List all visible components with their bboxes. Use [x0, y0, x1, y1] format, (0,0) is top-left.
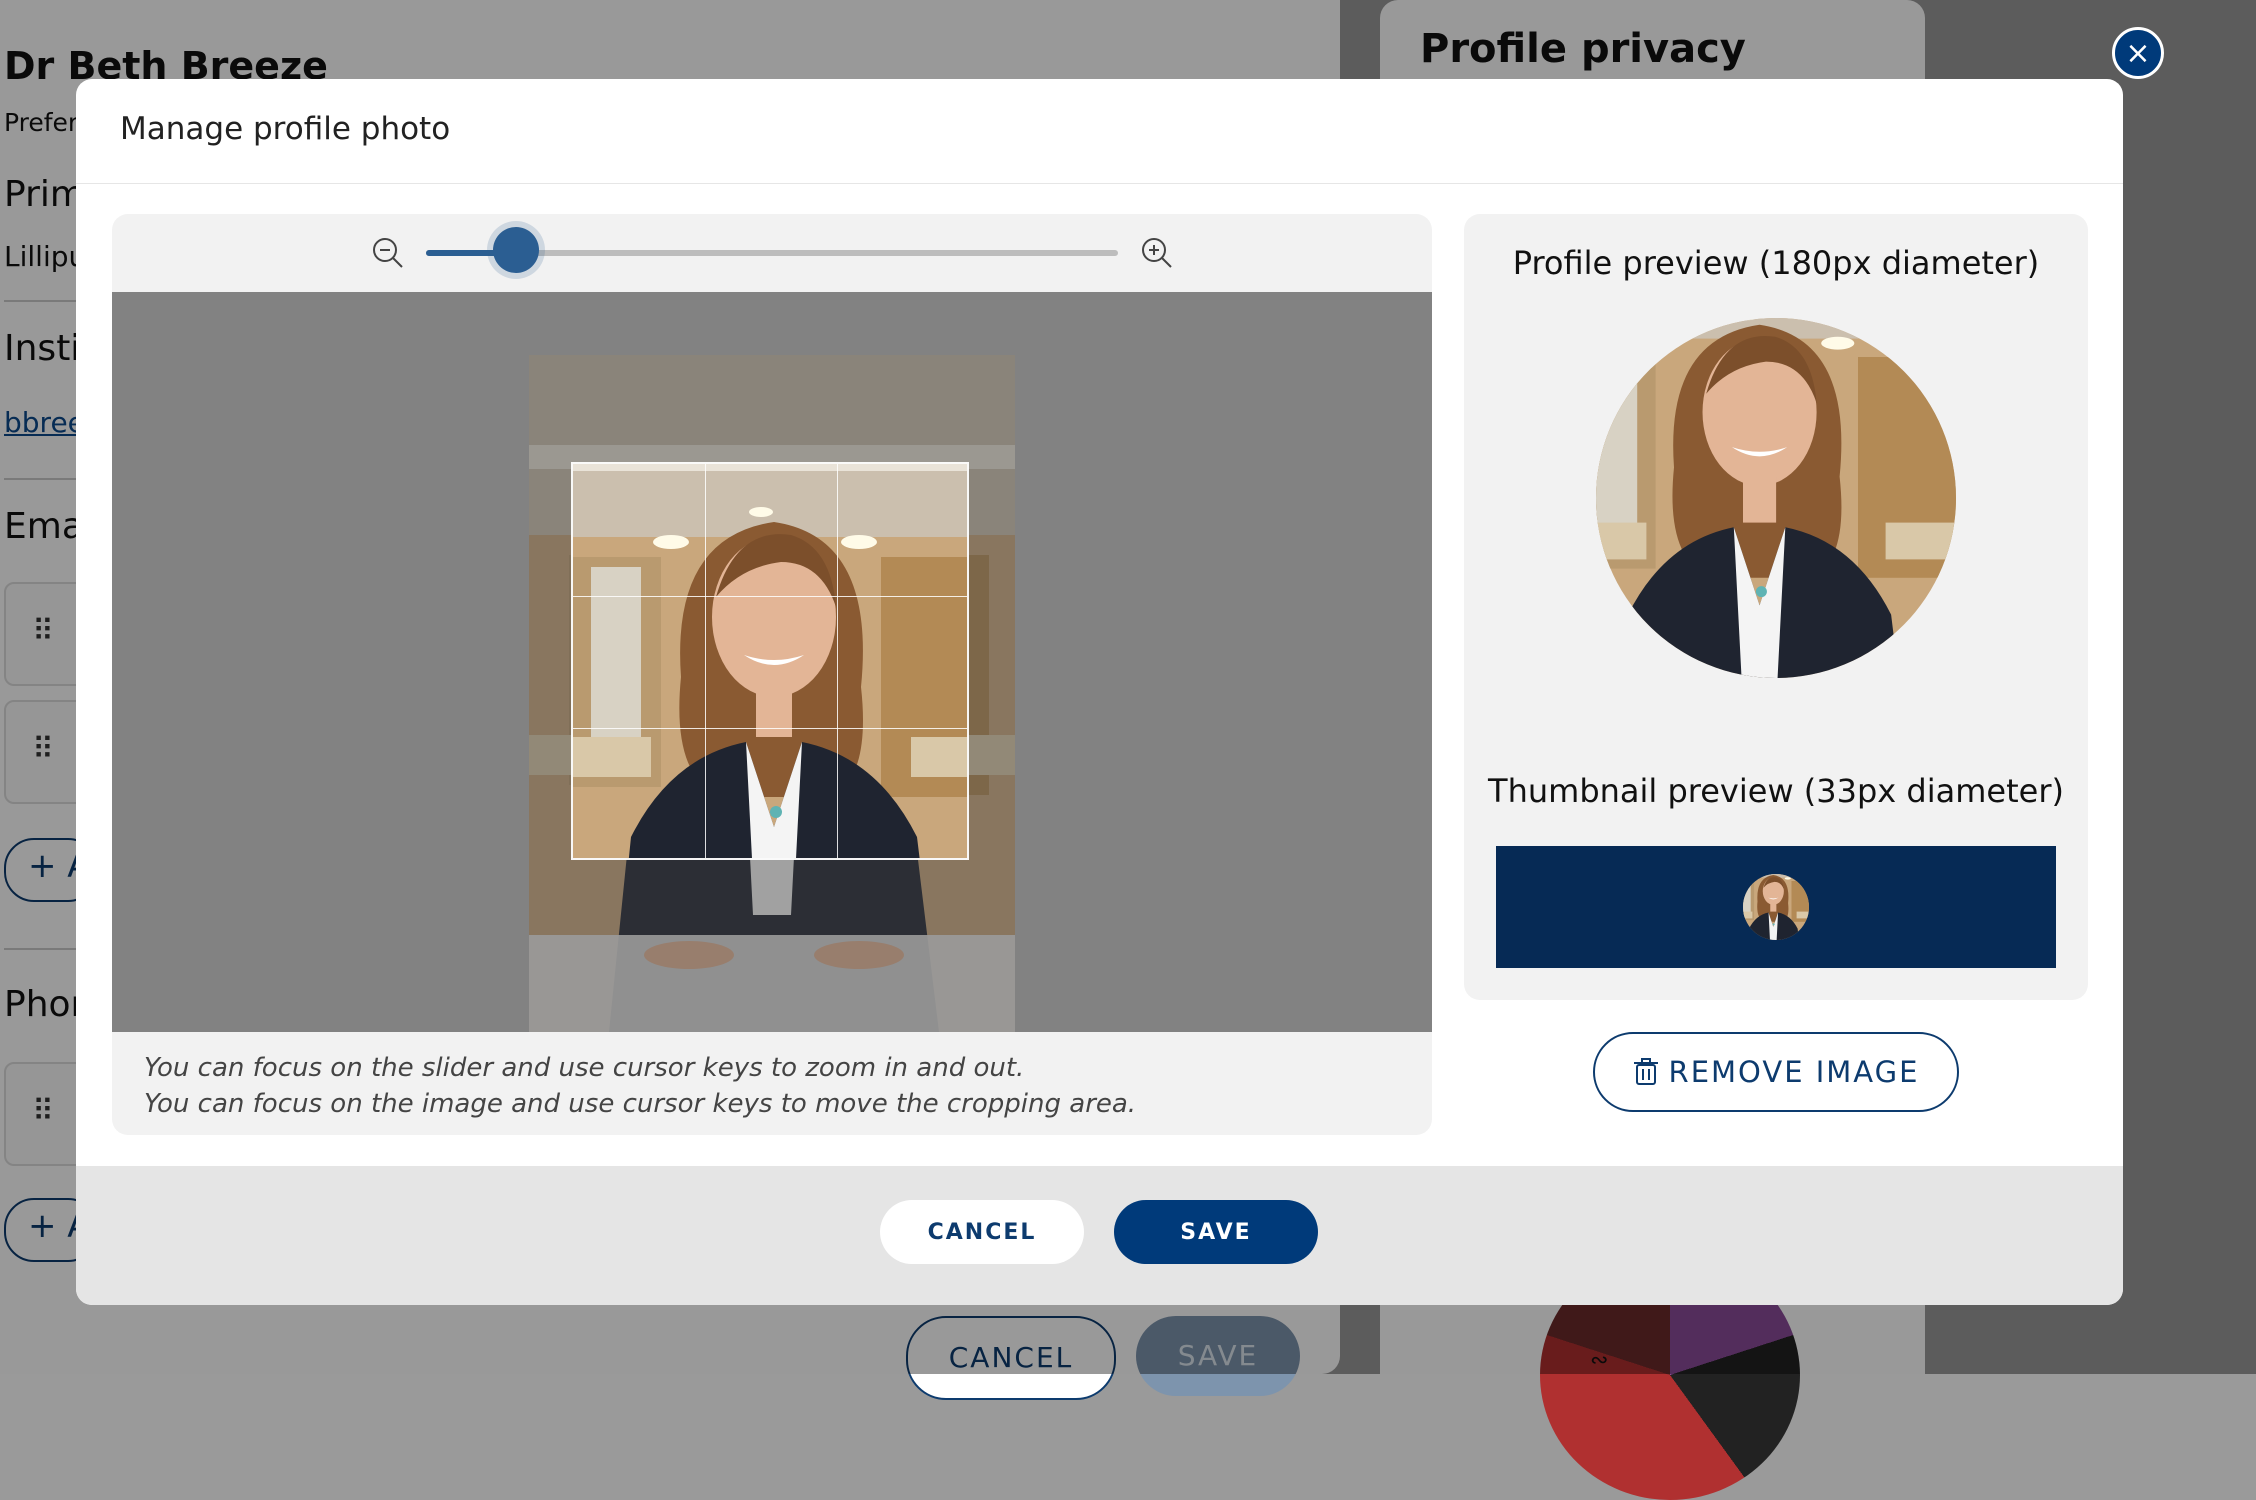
crop-selection-box[interactable] — [571, 462, 969, 860]
profile-preview-title: Profile preview (180px diameter) — [1512, 244, 2040, 282]
crop-image-area[interactable] — [112, 292, 1432, 1032]
thumbnail-preview-title: Thumbnail preview (33px diameter) — [1488, 772, 2064, 810]
crop-grid-line — [573, 728, 967, 729]
zoom-slider-thumb[interactable] — [492, 227, 539, 273]
crop-grid-line — [837, 464, 838, 858]
photo-cropper: You can focus on the slider and use curs… — [112, 214, 1432, 1135]
modal-header: Manage profile photo — [76, 79, 2123, 184]
profile-preview-image — [1596, 318, 1956, 678]
hint-line-move: You can focus on the image and use curso… — [144, 1089, 1137, 1119]
zoom-bar — [112, 214, 1432, 292]
close-icon: × — [2125, 35, 2151, 71]
thumbnail-preview-image — [1743, 874, 1809, 940]
crop-grid-line — [573, 596, 967, 597]
modal-footer: CANCEL SAVE — [76, 1166, 2123, 1305]
profile-preview-avatar — [1596, 318, 1956, 678]
hint-line-zoom: You can focus on the slider and use curs… — [144, 1053, 1025, 1083]
zoom-in-icon[interactable] — [1140, 236, 1174, 270]
crop-visible-image — [571, 462, 969, 860]
manage-photo-modal: Manage profile photo You can focus on th… — [76, 79, 2123, 1305]
thumbnail-preview-bar — [1496, 846, 2056, 968]
crop-grid-line — [705, 464, 706, 858]
close-modal-button[interactable]: × — [2112, 27, 2164, 79]
modal-title: Manage profile photo — [120, 111, 451, 147]
remove-image-label: REMOVE IMAGE — [1668, 1055, 1920, 1089]
cancel-button[interactable]: CANCEL — [880, 1200, 1084, 1264]
zoom-out-icon[interactable] — [371, 236, 405, 270]
save-button[interactable]: SAVE — [1114, 1200, 1318, 1264]
cropper-hint: You can focus on the slider and use curs… — [144, 1050, 1136, 1122]
remove-image-button[interactable]: REMOVE IMAGE — [1593, 1032, 1959, 1112]
trash-icon — [1633, 1058, 1658, 1085]
preview-panel: Profile preview (180px diameter) Thumbna… — [1464, 214, 2088, 1000]
thumbnail-preview-avatar — [1743, 874, 1809, 940]
